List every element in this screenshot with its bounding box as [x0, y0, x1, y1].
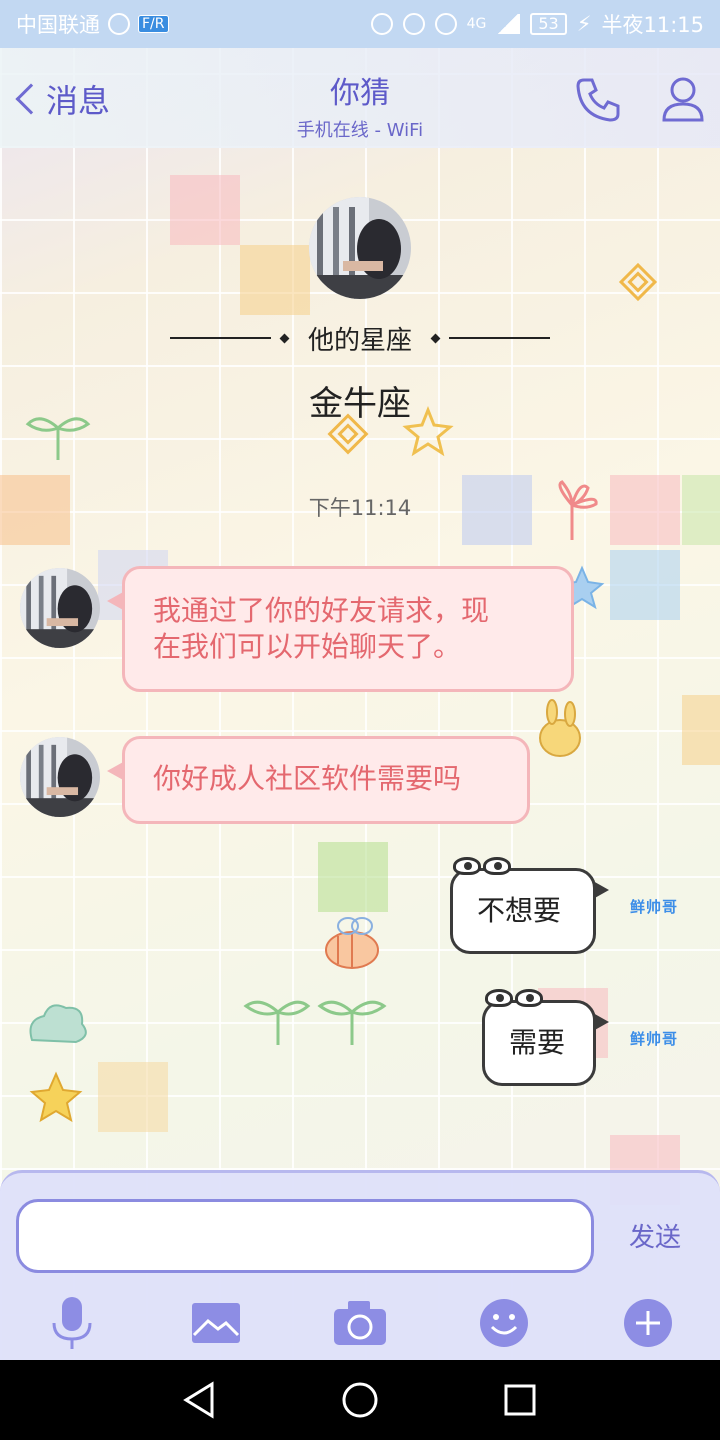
sender-nickname-tag: 鲜帅哥 — [630, 1030, 679, 1048]
app-badge-icon: F/R — [138, 15, 169, 33]
message-text: 不想要 — [477, 894, 562, 927]
image-icon[interactable] — [186, 1295, 246, 1351]
message-text: 需要 — [509, 1026, 566, 1059]
message-input[interactable] — [16, 1199, 594, 1273]
emoji-icon[interactable] — [474, 1295, 534, 1351]
network-label: 4G — [466, 16, 487, 32]
plus-icon[interactable] — [618, 1295, 678, 1351]
phone-icon[interactable] — [572, 72, 626, 126]
nav-back-icon[interactable] — [180, 1380, 220, 1420]
cloud-doodle-icon — [29, 1004, 87, 1044]
headset-icon — [370, 13, 393, 35]
battery-icon: 53 — [530, 13, 567, 35]
message-text-line: 在我们可以开始聊天了。 — [153, 630, 462, 663]
avatar-photo — [20, 568, 100, 648]
message-text: 你好成人社区软件需要吗 — [153, 762, 462, 795]
nav-recents-icon[interactable] — [500, 1380, 540, 1420]
bee-doodle-icon — [325, 917, 379, 969]
bunny-doodle-icon — [539, 699, 581, 757]
chat-header: 消息 你猜 手机在线 - WiFi — [0, 48, 720, 148]
charging-icon: ⚡ — [576, 12, 592, 36]
eyes-decoration-icon — [485, 989, 543, 1007]
status-bar: 中国联通 F/R 4G 53 ⚡ 半夜11:15 — [0, 0, 720, 48]
avatar-photo — [309, 197, 411, 299]
person-icon[interactable] — [656, 72, 710, 126]
clock-label: 半夜11:15 — [601, 13, 704, 37]
outgoing-message-bubble[interactable]: 需要 — [482, 989, 609, 1086]
divider — [449, 337, 551, 339]
sender-avatar[interactable] — [20, 737, 100, 817]
globe-icon — [108, 13, 130, 35]
diamond-icon — [279, 333, 290, 343]
constellation-label: 他的星座 — [308, 325, 413, 356]
system-nav-bar — [0, 1360, 720, 1440]
incoming-message-bubble[interactable]: 我通过了你的好友请求，现 在我们可以开始聊天了。 — [107, 566, 574, 692]
eye-icon — [434, 13, 457, 35]
star-doodle-icon — [29, 1071, 83, 1123]
outgoing-message-bubble[interactable]: 不想要 — [450, 857, 609, 954]
sender-nickname-tag: 鲜帅哥 — [630, 898, 679, 916]
constellation-header: 他的星座 — [170, 320, 551, 356]
signal-icon — [496, 14, 521, 34]
carrier-label: 中国联通 — [16, 13, 100, 37]
divider — [170, 337, 271, 339]
microphone-icon[interactable] — [42, 1295, 102, 1351]
avatar-photo — [20, 737, 100, 817]
message-text-line: 我通过了你的好友请求，现 — [153, 594, 490, 627]
camera-icon[interactable] — [330, 1295, 390, 1351]
constellation-value: 金牛座 — [309, 384, 411, 424]
contact-avatar[interactable] — [309, 197, 411, 299]
sender-avatar[interactable] — [20, 568, 100, 648]
diamond-icon — [430, 333, 441, 343]
message-timestamp: 下午11:14 — [308, 496, 412, 520]
incoming-message-bubble[interactable]: 你好成人社区软件需要吗 — [107, 736, 530, 824]
alarm-icon — [402, 13, 425, 35]
send-button[interactable]: 发送 — [610, 1217, 700, 1254]
composer-bar: 发送 — [0, 1170, 720, 1360]
sun-doodle-icon — [618, 262, 658, 302]
nav-home-icon[interactable] — [340, 1380, 380, 1420]
eyes-decoration-icon — [453, 857, 511, 875]
